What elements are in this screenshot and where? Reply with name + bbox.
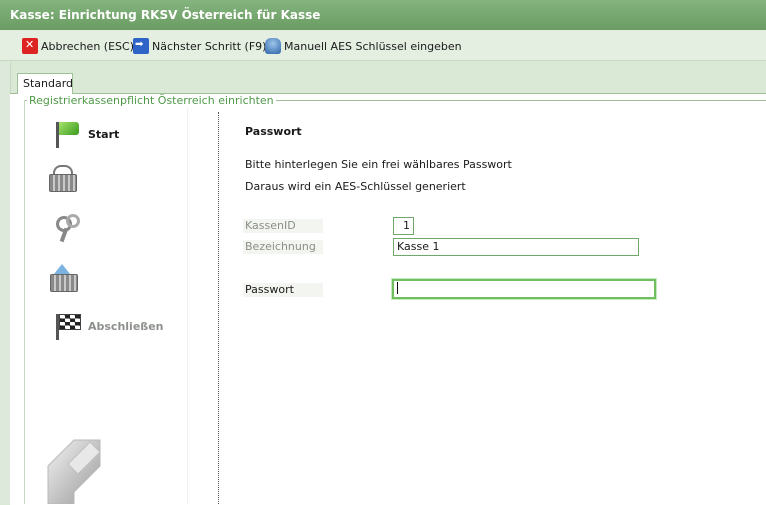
- instruction-text-2: Daraus wird ein AES-Schlüssel generiert: [245, 180, 466, 193]
- basket-arrow-icon: [48, 264, 78, 292]
- next-step-button[interactable]: Nächster Schritt (F9): [133, 37, 266, 55]
- kassen-id-label: KassenID: [243, 219, 323, 233]
- manual-aes-key-button[interactable]: Manuell AES Schlüssel eingeben: [265, 37, 462, 55]
- window-title-bar: Kasse: Einrichtung RKSV Österreich für K…: [0, 0, 766, 30]
- text-caret: [397, 282, 398, 294]
- bezeichnung-field[interactable]: Kasse 1: [393, 238, 639, 256]
- dotted-divider: [218, 112, 219, 504]
- keys-icon: [50, 214, 80, 243]
- step-start-label: Start: [88, 128, 120, 141]
- kassen-id-field[interactable]: 1: [393, 217, 414, 235]
- group-border-left: [24, 100, 25, 504]
- bezeichnung-label: Bezeichnung: [243, 240, 323, 254]
- step-finish-label: Abschließen: [88, 320, 164, 333]
- checkered-flag-icon: [52, 312, 82, 340]
- tab-standard[interactable]: Standard: [17, 73, 73, 94]
- content-area: [10, 93, 766, 505]
- manual-aes-key-label: Manuell AES Schlüssel eingeben: [284, 39, 462, 53]
- database-key-icon: [265, 38, 281, 54]
- abort-icon: [22, 38, 38, 54]
- cash-register-icon: [47, 164, 77, 192]
- nav-separator: [187, 108, 188, 504]
- abort-button[interactable]: Abbrechen (ESC): [22, 37, 134, 55]
- large-arrow-graphic-icon: [47, 439, 101, 504]
- page-title: Passwort: [245, 125, 302, 138]
- abort-label: Abbrechen (ESC): [41, 39, 134, 53]
- group-title: Registrierkassenpflicht Österreich einri…: [27, 94, 276, 107]
- arrow-right-icon: [133, 38, 149, 54]
- green-flag-icon: [52, 120, 82, 148]
- toolbar: Abbrechen (ESC) Nächster Schritt (F9) Ma…: [0, 30, 766, 61]
- instruction-text-1: Bitte hinterlegen Sie ein frei wählbares…: [245, 158, 512, 171]
- tab-standard-label: Standard: [23, 77, 74, 90]
- next-step-label: Nächster Schritt (F9): [152, 39, 267, 53]
- window-title: Kasse: Einrichtung RKSV Österreich für K…: [10, 8, 321, 22]
- passwort-field[interactable]: [392, 279, 656, 299]
- passwort-label: Passwort: [243, 283, 323, 297]
